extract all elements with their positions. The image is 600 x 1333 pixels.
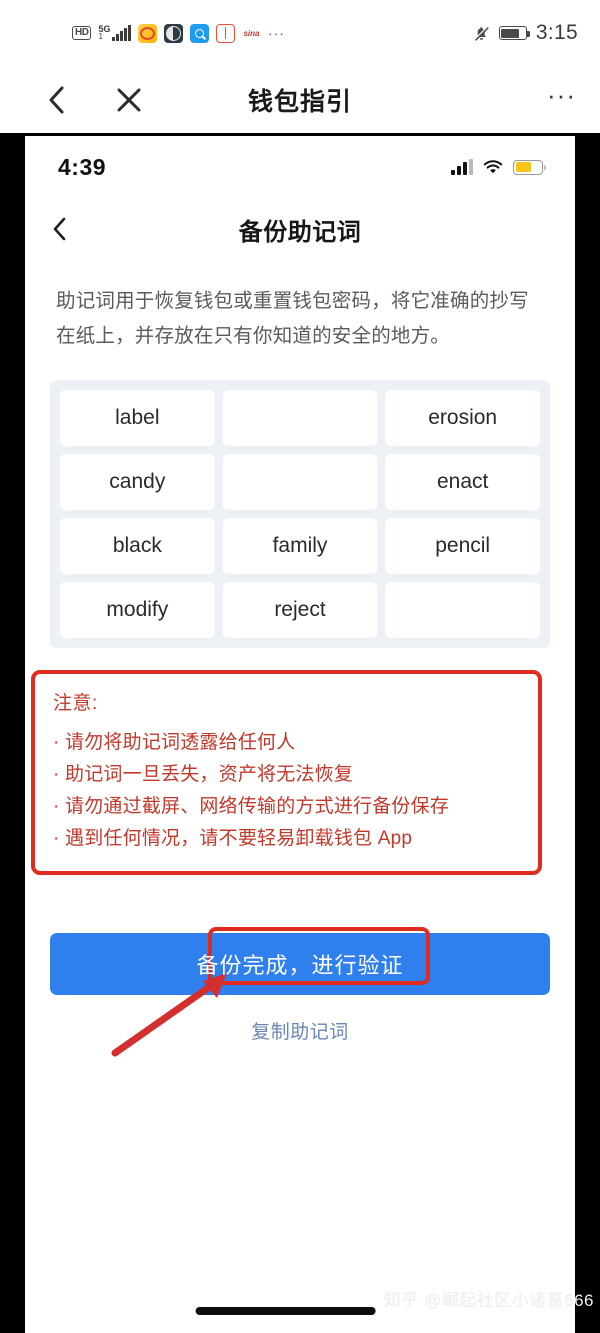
globe-icon (163, 23, 183, 43)
embedded-phone-screen: 4:39 备份助记词 助记词用于恢复钱包或重置钱包密码，将它准确的抄写在纸上，并… (25, 136, 575, 1333)
wifi-icon (483, 159, 503, 175)
cellular-signal-icon (451, 159, 473, 175)
mnemonic-word-cell[interactable]: enact (385, 454, 540, 510)
warning-callout: 注意: 请勿将助记词透露给任何人 助记词一旦丢失，资产将无法恢复 请勿通过截屏、… (31, 670, 542, 875)
mnemonic-word-cell[interactable] (222, 454, 378, 510)
more-options-button[interactable]: ··· (547, 82, 576, 111)
warning-item: 遇到任何情况，请不要轻易卸载钱包 App (53, 823, 520, 855)
status-overflow-icon: ··· (267, 25, 285, 41)
network-sub-label: 1 (98, 32, 103, 41)
back-button[interactable] (40, 83, 74, 117)
bell-muted-icon (473, 25, 490, 42)
chevron-left-icon (49, 86, 64, 113)
mnemonic-word-cell[interactable]: reject (222, 582, 378, 638)
book-app-icon (215, 23, 235, 43)
warning-list: 请勿将助记词透露给任何人 助记词一旦丢失，资产将无法恢复 请勿通过截屏、网络传输… (53, 727, 520, 855)
warning-item: 助记词一旦丢失，资产将无法恢复 (53, 759, 520, 791)
mnemonic-word-cell[interactable]: label (60, 390, 215, 446)
inner-status-bar: 4:39 (25, 136, 575, 198)
home-indicator (195, 1307, 376, 1315)
mnemonic-word-cell[interactable]: erosion (385, 390, 540, 446)
verify-backup-button[interactable]: 备份完成，进行验证 (50, 927, 550, 995)
watermark: 知乎 @崛起社区小诸葛666 (383, 1291, 594, 1310)
cellular-5g-signal-icon: 5G 1 (98, 25, 131, 41)
mnemonic-word-cell[interactable]: black (60, 518, 215, 574)
inner-status-bar-clock: 4:39 (58, 153, 107, 180)
mnemonic-word-cell[interactable] (222, 390, 378, 446)
mnemonic-word-cell[interactable]: candy (60, 454, 215, 510)
weibo-icon (137, 23, 157, 43)
mnemonic-word-cell[interactable] (385, 582, 540, 638)
signal-bars-icon (112, 25, 131, 41)
mnemonic-word-cell[interactable]: pencil (385, 518, 540, 574)
battery-low-icon (513, 159, 546, 175)
verify-backup-button-label: 备份完成，进行验证 (196, 953, 404, 978)
outer-status-bar: HD 5G 1 sina ··· 3:15 (0, 0, 600, 66)
chevron-left-icon (53, 217, 66, 241)
warning-item: 请勿将助记词透露给任何人 (53, 727, 520, 759)
inner-page-title: 备份助记词 (238, 218, 362, 246)
warning-item: 请勿通过截屏、网络传输的方式进行备份保存 (53, 791, 520, 823)
mnemonic-description: 助记词用于恢复钱包或重置钱包密码，将它准确的抄写在纸上，并存放在只有你知道的安全… (56, 290, 529, 347)
status-bar-clock: 3:15 (535, 21, 578, 44)
inner-status-bar-icons (451, 159, 546, 175)
warning-title: 注意: (53, 693, 98, 714)
inner-back-button[interactable] (51, 214, 81, 244)
search-app-icon (189, 23, 209, 43)
page-title: 钱包指引 (247, 87, 352, 116)
copy-mnemonic-link[interactable]: 复制助记词 (25, 1017, 575, 1044)
embedded-screenshot: 4:39 备份助记词 助记词用于恢复钱包或重置钱包密码，将它准确的抄写在纸上，并… (0, 133, 600, 1333)
status-bar-left-icons: HD 5G 1 sina ··· (72, 23, 285, 43)
action-area: 备份完成，进行验证 复制助记词 (25, 927, 575, 1057)
status-bar-right-icons: 3:15 (473, 21, 578, 45)
battery-icon (498, 26, 530, 40)
close-button[interactable] (112, 83, 146, 117)
sina-icon: sina (243, 28, 260, 38)
hd-badge-icon: HD (72, 26, 92, 40)
close-icon (117, 88, 141, 111)
mnemonic-word-grid: label erosion candy enact black family p… (50, 380, 550, 648)
inner-nav-bar: 备份助记词 (25, 198, 575, 260)
outer-nav-bar: 钱包指引 ··· (0, 66, 600, 133)
mnemonic-word-cell[interactable]: family (222, 518, 378, 574)
mnemonic-word-cell[interactable]: modify (60, 582, 215, 638)
